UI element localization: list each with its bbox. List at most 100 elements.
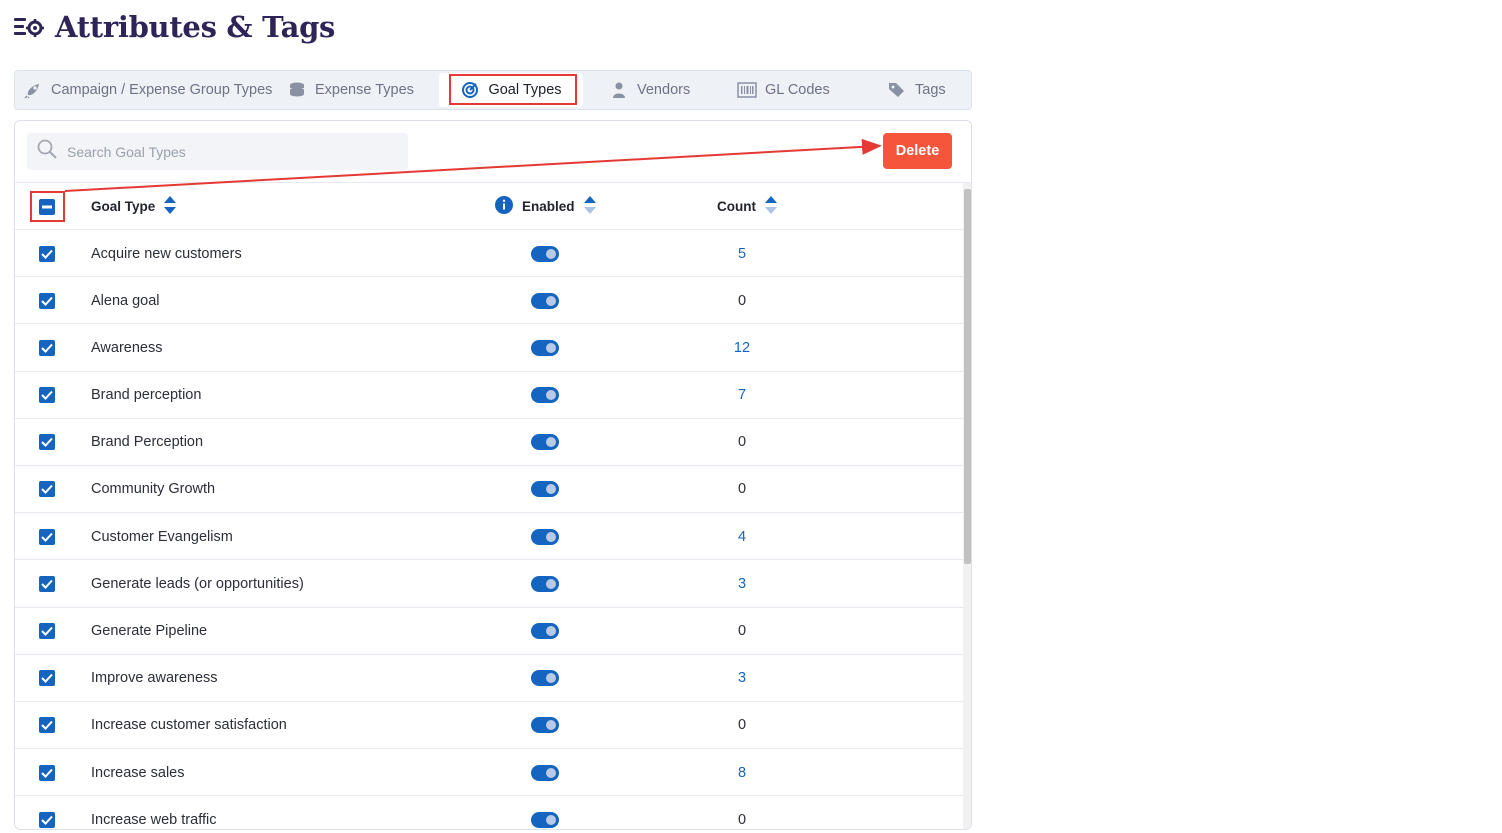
toggle-knob [546, 342, 556, 353]
row-select-cell [39, 466, 55, 513]
enabled-toggle[interactable] [531, 670, 559, 687]
count-value: 0 [737, 292, 747, 309]
count-link[interactable]: 12 [722, 324, 762, 371]
row-checkbox[interactable] [39, 575, 55, 592]
count-link[interactable]: 7 [722, 372, 762, 419]
goal-types-table: Goal Type Enabled Count Acquire new cust… [15, 183, 963, 829]
table-row: Brand perception 7 [15, 372, 963, 419]
tab-expense-types[interactable]: Expense Types [281, 73, 439, 107]
table-row: Increase web traffic 0 [15, 796, 963, 829]
enabled-toggle[interactable] [531, 434, 559, 451]
enabled-toggle[interactable] [531, 528, 559, 545]
enabled-toggle[interactable] [531, 481, 559, 498]
row-select-cell [39, 608, 55, 655]
row-checkbox[interactable] [39, 811, 55, 828]
row-checkbox[interactable] [39, 481, 55, 498]
delete-button[interactable]: Delete [883, 133, 952, 169]
row-checkbox[interactable] [39, 717, 55, 734]
column-label: Enabled [522, 199, 575, 214]
tab-gl-codes[interactable]: GL Codes [723, 73, 863, 107]
tab-bar: Campaign / Expense Group Types Expense T… [14, 70, 972, 110]
row-checkbox[interactable] [39, 387, 55, 404]
tab-label: Expense Types [315, 82, 414, 98]
goal-type-name: Acquire new customers [91, 245, 242, 262]
tab-label: Campaign / Expense Group Types [51, 82, 273, 98]
sort-icon[interactable] [764, 195, 778, 218]
tab-label: Goal Types [488, 82, 562, 98]
count-value: 0 [737, 623, 747, 639]
count-link[interactable]: 3 [722, 560, 762, 607]
sort-icon[interactable] [163, 195, 177, 218]
enabled-toggle[interactable] [531, 717, 559, 734]
toggle-knob [546, 437, 556, 448]
goal-type-name: Generate Pipeline [91, 623, 208, 639]
toggle-knob [546, 484, 556, 495]
tab-goal-types[interactable]: Goal Types [439, 73, 583, 107]
toggle-knob [546, 814, 556, 825]
toggle-knob [546, 578, 556, 589]
row-checkbox[interactable] [39, 764, 55, 781]
toggle-knob [546, 295, 556, 306]
row-checkbox[interactable] [39, 339, 55, 356]
table-body: Acquire new customers 5 Alena goal 0 Awarene… [15, 230, 963, 829]
goal-type-name: Alena goal [91, 292, 160, 309]
column-enabled[interactable]: Enabled [494, 183, 597, 230]
scrollbar-thumb[interactable] [964, 189, 971, 564]
enabled-cell [531, 513, 559, 560]
toggle-knob [546, 390, 556, 401]
enabled-cell [531, 419, 559, 466]
enabled-cell [531, 702, 559, 749]
column-goal-type[interactable]: Goal Type [91, 183, 177, 230]
row-select-cell [39, 419, 55, 466]
row-select-cell [39, 324, 55, 371]
list-settings-icon [13, 14, 45, 40]
tab-campaign-expense-group-types[interactable]: Campaign / Expense Group Types [17, 73, 281, 107]
row-checkbox[interactable] [39, 434, 55, 451]
goal-type-name: Awareness [91, 339, 163, 356]
enabled-toggle[interactable] [531, 292, 559, 309]
row-checkbox[interactable] [39, 528, 55, 545]
table-row: Improve awareness 3 [15, 655, 963, 702]
column-label: Count [717, 199, 756, 214]
enabled-toggle[interactable] [531, 811, 559, 828]
info-icon[interactable] [494, 195, 514, 218]
column-count[interactable]: Count [717, 183, 778, 230]
tab-tags[interactable]: Tags [863, 73, 963, 107]
enabled-toggle[interactable] [531, 575, 559, 592]
row-select-cell [39, 749, 55, 796]
count-link[interactable]: 5 [722, 230, 762, 277]
row-checkbox[interactable] [39, 245, 55, 262]
count-value: 0 [737, 434, 747, 451]
toggle-knob [546, 720, 556, 731]
enabled-toggle[interactable] [531, 764, 559, 781]
search-input[interactable] [67, 143, 367, 160]
sort-icon[interactable] [583, 195, 597, 218]
row-select-cell [39, 796, 55, 829]
count-link[interactable]: 4 [722, 513, 762, 560]
table-row: Generate leads (or opportunities) 3 [15, 560, 963, 608]
row-select-cell [39, 372, 55, 419]
enabled-toggle[interactable] [531, 623, 559, 639]
toggle-knob [546, 767, 556, 778]
toggle-knob [546, 673, 556, 684]
goal-type-name: Increase web traffic [91, 811, 217, 828]
row-checkbox[interactable] [39, 292, 55, 309]
row-checkbox[interactable] [39, 670, 55, 687]
enabled-toggle[interactable] [531, 387, 559, 404]
toggle-knob [546, 248, 556, 259]
table-row: Increase customer satisfaction 0 [15, 702, 963, 750]
row-checkbox[interactable] [39, 623, 55, 639]
enabled-toggle[interactable] [531, 245, 559, 262]
enabled-toggle[interactable] [531, 339, 559, 356]
count-link[interactable]: 8 [722, 749, 762, 796]
search-icon [37, 139, 57, 164]
select-all-checkbox[interactable] [39, 198, 55, 215]
toggle-knob [546, 531, 556, 542]
count-link[interactable]: 3 [722, 655, 762, 702]
vertical-scrollbar[interactable] [963, 183, 971, 829]
tab-label: Tags [915, 82, 946, 98]
count-value: 0 [737, 717, 747, 734]
row-select-cell [39, 513, 55, 560]
enabled-cell [531, 466, 559, 513]
tab-vendors[interactable]: Vendors [583, 73, 723, 107]
